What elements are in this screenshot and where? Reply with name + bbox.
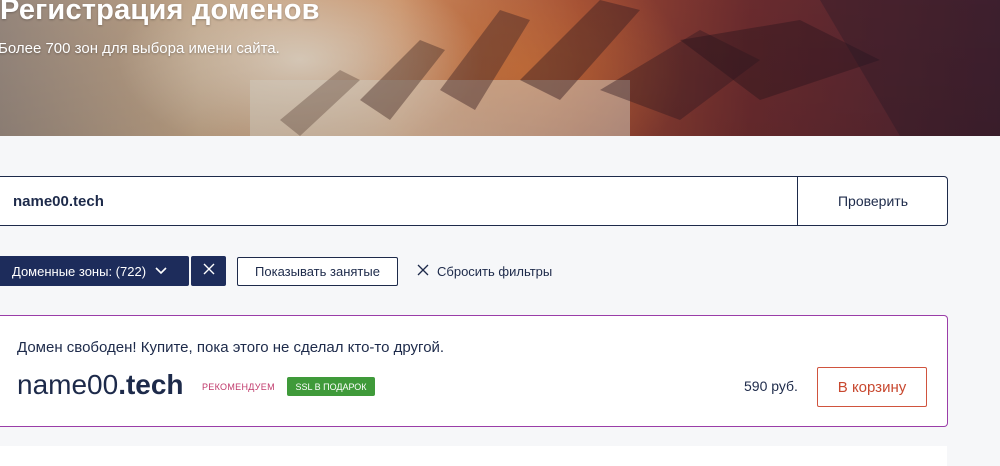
page-title: Регистрация доменов bbox=[0, 0, 320, 26]
next-result-card bbox=[0, 446, 947, 466]
check-button[interactable]: Проверить bbox=[797, 177, 948, 225]
domain-search: Проверить bbox=[0, 176, 948, 226]
reset-filters-label: Сбросить фильтры bbox=[437, 263, 553, 279]
reset-filters-button[interactable]: Сбросить фильтры bbox=[417, 262, 552, 280]
domain-price: 590 руб. bbox=[744, 378, 798, 394]
result-domain: name00.tech bbox=[17, 369, 184, 401]
recommend-badge: РЕКОМЕНДУЕМ bbox=[202, 382, 275, 392]
domain-zones-label: Доменные зоны: (722) bbox=[12, 263, 147, 279]
show-taken-button[interactable]: Показывать занятые bbox=[237, 257, 398, 286]
domain-zones-dropdown[interactable]: Доменные зоны: (722) bbox=[0, 256, 189, 286]
clear-zones-button[interactable] bbox=[191, 256, 226, 286]
domain-result-card: Домен свободен! Купите, пока этого не сд… bbox=[0, 315, 948, 427]
domain-search-input[interactable] bbox=[0, 177, 797, 225]
ssl-gift-badge: SSL В ПОДАРОК bbox=[287, 377, 375, 396]
hero-banner: Регистрация доменов Более 700 зон для вы… bbox=[0, 0, 1000, 136]
close-icon bbox=[417, 264, 429, 279]
chevron-down-icon bbox=[155, 267, 167, 275]
close-icon bbox=[203, 262, 215, 280]
domain-zone: .tech bbox=[118, 369, 184, 400]
domain-name: name00 bbox=[17, 369, 119, 400]
add-to-cart-button[interactable]: В корзину bbox=[817, 367, 927, 407]
availability-message: Домен свободен! Купите, пока этого не сд… bbox=[17, 339, 445, 356]
page-subtitle: Более 700 зон для выбора имени сайта. bbox=[0, 40, 280, 57]
